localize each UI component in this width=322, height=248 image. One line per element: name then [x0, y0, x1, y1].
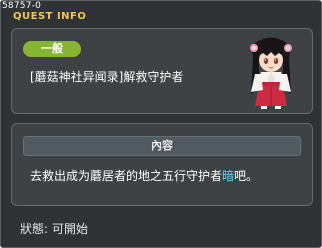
quest-description-end: 吧。	[234, 169, 259, 183]
quest-status: 狀態: 可開始	[20, 221, 88, 237]
quest-description: 去救出成为蘑居者的地之五行守护者暗吧。	[30, 168, 258, 184]
quest-description-text: 去救出成为蘑居者的地之五行守护者	[30, 169, 223, 183]
quest-name: [蘑菇神社异闻录]解救守护者	[30, 70, 184, 84]
npc-portrait-icon	[250, 37, 292, 109]
quest-description-highlight: 暗	[222, 169, 235, 183]
quest-category-badge: 一般	[23, 41, 81, 57]
window-title: QUEST INFO	[13, 11, 87, 22]
status-label: 狀態:	[20, 222, 49, 236]
content-section-header: 內容	[23, 136, 301, 156]
quest-id: 58757-0	[2, 1, 42, 11]
status-value: 可開始	[52, 222, 89, 236]
quest-info-window: 58757-0 QUEST INFO 一般 [蘑菇神社异闻录]解救守护者 內容 …	[0, 0, 322, 248]
